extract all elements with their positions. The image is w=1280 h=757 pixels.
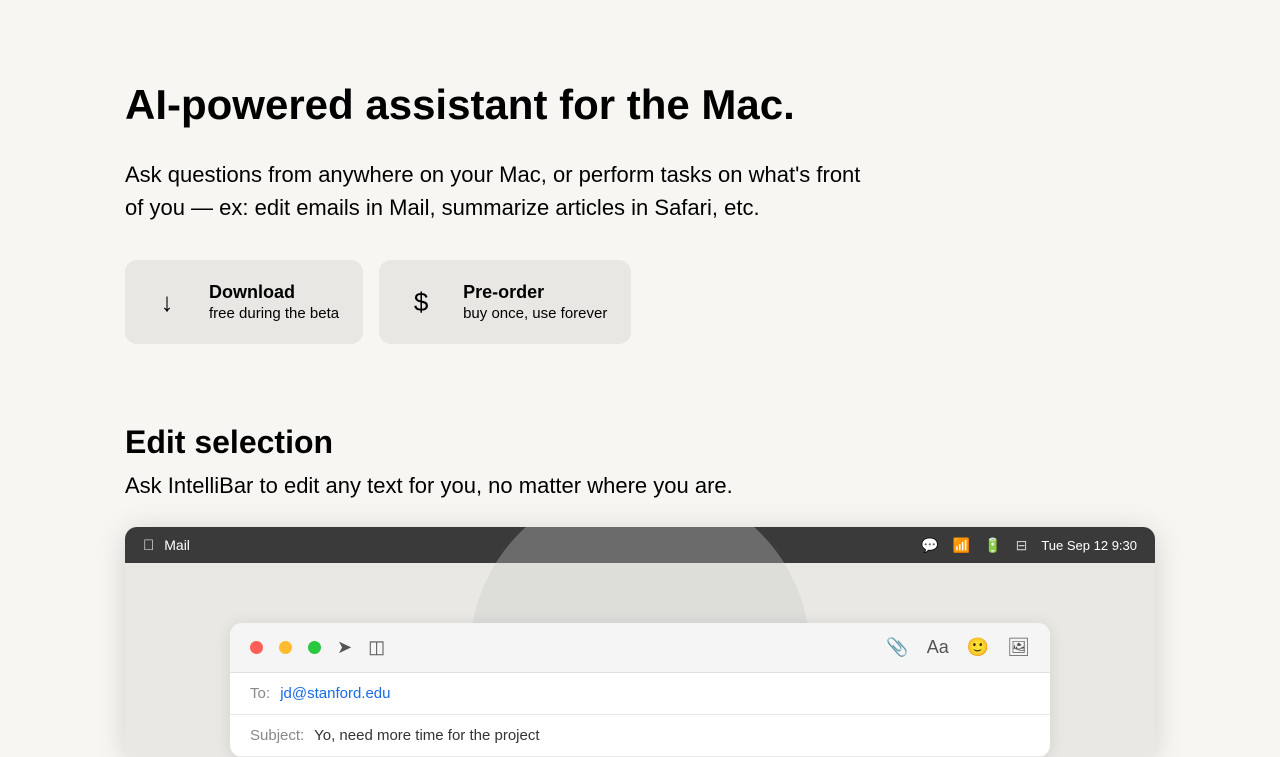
- preorder-btn-label: Pre-order: [463, 281, 607, 304]
- email-toolbar: ➤ ◫ 📎 Aa 🙂 🖼: [230, 623, 1050, 673]
- messages-icon: 💬: [921, 537, 938, 554]
- mac-window:  Mail 💬 📶 🔋 ⊟ Tue Sep 12 9:30: [125, 527, 1155, 757]
- email-toolbar-left: ➤ ◫: [250, 637, 385, 658]
- battery-icon: 🔋: [984, 537, 1001, 554]
- note-icon[interactable]: ◫: [368, 637, 385, 658]
- cta-buttons-row: ↓ Download free during the beta $ Pre-or…: [125, 260, 1155, 344]
- to-field: To: jd@stanford.edu: [230, 673, 1050, 715]
- dollar-icon: $: [395, 276, 447, 328]
- subject-label: Subject:: [250, 727, 304, 744]
- to-value[interactable]: jd@stanford.edu: [280, 685, 390, 702]
- hero-subtitle: Ask questions from anywhere on your Mac,…: [125, 158, 875, 224]
- download-btn-sublabel: free during the beta: [209, 304, 339, 324]
- preorder-button[interactable]: $ Pre-order buy once, use forever: [379, 260, 631, 344]
- control-center-icon: ⊟: [1016, 537, 1028, 554]
- subject-field: Subject: Yo, need more time for the proj…: [230, 715, 1050, 757]
- main-content: AI-powered assistant for the Mac. Ask qu…: [0, 0, 1280, 344]
- apple-logo-icon: : [143, 537, 154, 554]
- photo-icon[interactable]: 🖼: [1007, 637, 1030, 658]
- maximize-dot[interactable]: [308, 641, 321, 654]
- download-icon: ↓: [141, 276, 193, 328]
- send-icon[interactable]: ➤: [337, 637, 352, 658]
- preorder-btn-text: Pre-order buy once, use forever: [463, 281, 607, 324]
- preorder-btn-sublabel: buy once, use forever: [463, 304, 607, 324]
- attachment-icon[interactable]: 📎: [886, 637, 908, 658]
- mac-titlebar-left:  Mail: [143, 537, 190, 554]
- edit-section: Edit selection Ask IntelliBar to edit an…: [0, 424, 1280, 757]
- minimize-dot[interactable]: [279, 641, 292, 654]
- app-name: Mail: [164, 537, 190, 553]
- download-button[interactable]: ↓ Download free during the beta: [125, 260, 363, 344]
- mac-titlebar-right: 💬 📶 🔋 ⊟ Tue Sep 12 9:30: [921, 537, 1137, 554]
- download-btn-text: Download free during the beta: [209, 281, 339, 324]
- email-toolbar-right: 📎 Aa 🙂 🖼: [886, 637, 1030, 658]
- edit-section-title: Edit selection: [125, 424, 1155, 461]
- edit-section-subtitle: Ask IntelliBar to edit any text for you,…: [125, 473, 1155, 499]
- mac-window-body: ➤ ◫ 📎 Aa 🙂 🖼 To: jd@stanford.edu: [125, 563, 1155, 757]
- email-compose: ➤ ◫ 📎 Aa 🙂 🖼 To: jd@stanford.edu: [230, 623, 1050, 757]
- download-btn-label: Download: [209, 281, 339, 304]
- date-time: Tue Sep 12 9:30: [1041, 538, 1137, 553]
- subject-value[interactable]: Yo, need more time for the project: [314, 727, 539, 744]
- wifi-icon: 📶: [953, 537, 970, 554]
- format-icon[interactable]: Aa: [927, 637, 949, 658]
- hero-title: AI-powered assistant for the Mac.: [125, 80, 1155, 130]
- emoji-icon[interactable]: 🙂: [967, 637, 989, 658]
- close-dot[interactable]: [250, 641, 263, 654]
- to-label: To:: [250, 685, 270, 702]
